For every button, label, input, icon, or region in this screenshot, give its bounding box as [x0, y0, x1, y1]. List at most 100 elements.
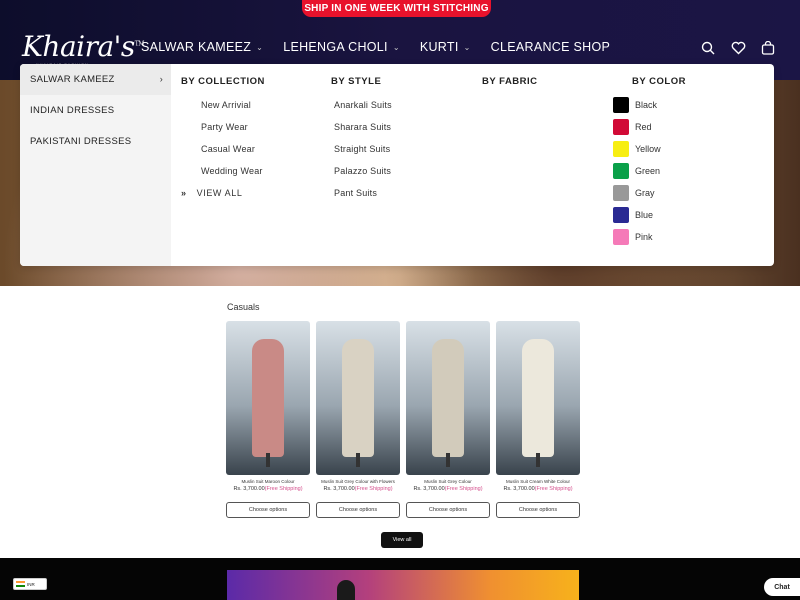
free-shipping-label: (Free Shipping): [534, 486, 573, 492]
category-label: PAKISTANI DRESSES: [30, 136, 132, 147]
product-price-line: Rs. 3,700.00(Free Shipping): [496, 486, 580, 492]
mega-category-salwar-kameez[interactable]: SALWAR KAMEEZ ›: [20, 64, 171, 95]
view-all-label: VIEW ALL: [196, 188, 243, 198]
color-option[interactable]: Yellow: [613, 138, 686, 160]
promo-banner[interactable]: SHIP IN ONE WEEK WITH STITCHING: [302, 0, 491, 17]
product-price-line: Rs. 3,700.00(Free Shipping): [316, 486, 400, 492]
color-label: Gray: [635, 188, 655, 198]
style-title: BY STYLE: [331, 76, 382, 87]
mannequin-stand: [266, 453, 270, 467]
fabric-column: BY FABRIC: [482, 76, 538, 100]
style-link[interactable]: Pant Suits: [334, 188, 392, 210]
collection-link[interactable]: Casual Wear: [201, 144, 265, 166]
nav-clearance-shop[interactable]: CLEARANCE SHOP: [491, 40, 611, 54]
color-label: Blue: [635, 210, 654, 220]
category-label: INDIAN DRESSES: [30, 105, 115, 116]
choose-options-button[interactable]: Choose options: [226, 502, 310, 518]
site-logo[interactable]: Khaira'sTM: [22, 30, 144, 63]
style-link[interactable]: Anarkali Suits: [334, 100, 392, 122]
collection-link[interactable]: Wedding Wear: [201, 166, 265, 188]
product-name[interactable]: Muslin Suit Cream White Colour: [496, 479, 580, 485]
mannequin-stand: [536, 453, 540, 467]
product-name[interactable]: Muslin Suit Maroon Colour: [226, 479, 310, 485]
model-image: [337, 580, 355, 600]
nav-label: CLEARANCE SHOP: [490, 40, 611, 54]
chevron-down-icon: ⌄: [463, 42, 471, 52]
product-price: Rs. 3,700.00: [413, 486, 445, 492]
nav-kurti[interactable]: KURTI ⌄: [420, 40, 471, 54]
nav-salwar-kameez[interactable]: SALWAR KAMEEZ ⌄: [141, 40, 263, 54]
main-nav: SALWAR KAMEEZ ⌄ LEHENGA CHOLI ⌄ KURTI ⌄ CLE…: [141, 40, 630, 54]
product-image[interactable]: [406, 321, 490, 475]
product-price-line: Rs. 3,700.00(Free Shipping): [226, 486, 310, 492]
color-option[interactable]: Pink: [613, 226, 686, 248]
mega-category-list: SALWAR KAMEEZ › INDIAN DRESSES PAKISTANI …: [20, 64, 171, 266]
color-label: Yellow: [635, 144, 661, 154]
style-link[interactable]: Straight Suits: [334, 144, 392, 166]
choose-options-button[interactable]: Choose options: [496, 502, 580, 518]
product-card[interactable]: Muslin Suit Grey Colour Rs. 3,700.00(Free…: [406, 321, 490, 518]
product-card[interactable]: Muslin Suit Maroon Colour Rs. 3,700.00(Fr…: [226, 321, 310, 518]
garment-image: [522, 339, 554, 457]
product-card[interactable]: Muslin Suit Grey Colour with Flowers Rs. …: [316, 321, 400, 518]
collection-link[interactable]: New Arrivial: [201, 100, 265, 122]
color-label: Black: [635, 100, 658, 110]
free-shipping-label: (Free Shipping): [264, 486, 303, 492]
product-card[interactable]: Muslin Suit Cream White Colour Rs. 3,700.…: [496, 321, 580, 518]
chevron-down-icon: ⌄: [392, 42, 400, 52]
free-shipping-label: (Free Shipping): [444, 486, 483, 492]
mega-menu: SALWAR KAMEEZ › INDIAN DRESSES PAKISTANI …: [20, 64, 774, 266]
garment-image: [342, 339, 374, 457]
choose-options-button[interactable]: Choose options: [406, 502, 490, 518]
color-option[interactable]: Green: [613, 160, 686, 182]
currency-selector[interactable]: INR: [13, 578, 47, 590]
currency-label: INR: [27, 581, 35, 587]
color-option[interactable]: Blue: [613, 204, 686, 226]
color-swatch: [613, 141, 629, 157]
product-grid: Muslin Suit Maroon Colour Rs. 3,700.00(Fr…: [226, 321, 580, 518]
free-shipping-label: (Free Shipping): [354, 486, 393, 492]
product-name[interactable]: Muslin Suit Grey Colour with Flowers: [316, 479, 400, 485]
color-option[interactable]: Gray: [613, 182, 686, 204]
product-price: Rs. 3,700.00: [503, 486, 535, 492]
color-option[interactable]: Black: [613, 94, 686, 116]
color-swatch: [613, 119, 629, 135]
heart-icon[interactable]: [730, 40, 746, 56]
collection-column: BY COLLECTION New Arrivial Party Wear Ca…: [181, 76, 265, 210]
collection-title: BY COLLECTION: [181, 76, 265, 87]
color-label: Red: [635, 122, 652, 132]
fabric-title: BY FABRIC: [482, 76, 538, 87]
view-all-button[interactable]: View all: [381, 532, 423, 548]
mega-category-pakistani-dresses[interactable]: PAKISTANI DRESSES: [20, 126, 171, 157]
search-icon[interactable]: [700, 40, 716, 56]
product-name[interactable]: Muslin Suit Grey Colour: [406, 479, 490, 485]
view-all-link[interactable]: » VIEW ALL: [181, 188, 265, 210]
color-swatch: [613, 185, 629, 201]
style-link[interactable]: Sharara Suits: [334, 122, 392, 144]
garment-image: [432, 339, 464, 457]
color-swatch: [613, 207, 629, 223]
mannequin-stand: [356, 453, 360, 467]
product-image[interactable]: [316, 321, 400, 475]
chat-button[interactable]: Chat: [764, 578, 800, 596]
nav-label: LEHENGA CHOLI: [283, 40, 388, 54]
chat-label: Chat: [774, 583, 790, 591]
color-label: Green: [635, 166, 661, 176]
product-price: Rs. 3,700.00: [233, 486, 265, 492]
nav-label: SALWAR KAMEEZ: [141, 40, 252, 54]
nav-lehenga-choli[interactable]: LEHENGA CHOLI ⌄: [283, 40, 400, 54]
bag-icon[interactable]: [760, 40, 776, 56]
collection-link[interactable]: Party Wear: [201, 122, 265, 144]
product-image[interactable]: [226, 321, 310, 475]
product-image[interactable]: [496, 321, 580, 475]
flag-icon: [16, 581, 25, 587]
header-icons: [700, 40, 776, 56]
choose-options-button[interactable]: Choose options: [316, 502, 400, 518]
category-label: SALWAR KAMEEZ: [30, 74, 115, 85]
product-price-line: Rs. 3,700.00(Free Shipping): [406, 486, 490, 492]
mega-category-indian-dresses[interactable]: INDIAN DRESSES: [20, 95, 171, 126]
color-option[interactable]: Red: [613, 116, 686, 138]
chevron-right-icon: ›: [159, 74, 163, 84]
style-link[interactable]: Palazzo Suits: [334, 166, 392, 188]
promo-image-banner[interactable]: [227, 570, 579, 600]
